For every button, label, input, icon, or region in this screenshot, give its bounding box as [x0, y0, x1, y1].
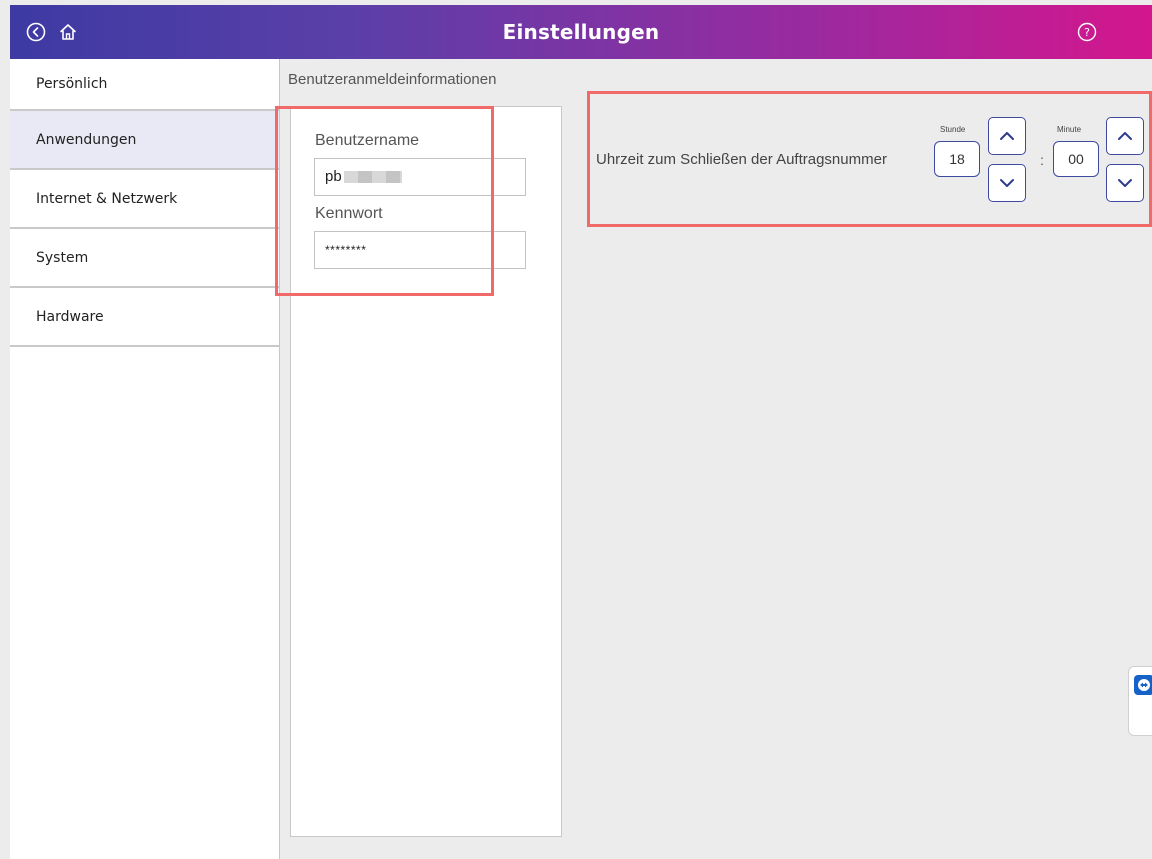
page-title: Einstellungen	[502, 20, 660, 44]
app-header: Einstellungen ?	[10, 5, 1152, 59]
minute-up-button[interactable]	[1106, 117, 1144, 155]
help-button[interactable]: ?	[1075, 20, 1099, 44]
password-field[interactable]: ********	[314, 231, 526, 269]
hour-input[interactable]: 18	[934, 141, 980, 177]
sidebar-item-system[interactable]: System	[10, 229, 279, 288]
hour-down-button[interactable]	[988, 164, 1026, 202]
back-circle-icon	[26, 22, 46, 42]
username-value: pb	[325, 168, 342, 185]
credentials-section-title: Benutzeranmeldeinformationen	[288, 71, 497, 88]
sidebar-item-label: Hardware	[36, 308, 104, 325]
sidebar-item-persoenlich[interactable]: Persönlich	[10, 59, 279, 111]
hour-label: Stunde	[940, 125, 966, 134]
redacted-text	[343, 171, 402, 184]
sidebar-item-label: Internet & Netzwerk	[36, 190, 178, 207]
chevron-up-icon	[1118, 132, 1132, 140]
svg-text:?: ?	[1084, 26, 1090, 39]
hour-up-button[interactable]	[988, 117, 1026, 155]
password-label: Kennwort	[315, 205, 383, 222]
password-value: ********	[325, 243, 367, 257]
home-icon	[60, 24, 76, 40]
remote-support-tab[interactable]	[1128, 666, 1152, 736]
sidebar-item-label: Anwendungen	[36, 131, 137, 148]
sidebar-item-label: System	[36, 249, 89, 266]
time-separator: :	[1040, 152, 1044, 168]
username-field[interactable]: pb	[314, 158, 526, 196]
minute-down-button[interactable]	[1106, 164, 1144, 202]
username-label: Benutzername	[315, 132, 420, 149]
chevron-up-icon	[1000, 132, 1014, 140]
home-button[interactable]	[56, 20, 80, 44]
back-button[interactable]	[24, 20, 48, 44]
sidebar-item-internet-netzwerk[interactable]: Internet & Netzwerk	[10, 170, 279, 229]
chevron-down-icon	[1000, 179, 1014, 187]
minute-label: Minute	[1057, 125, 1082, 134]
teamviewer-icon	[1134, 675, 1152, 695]
sidebar-item-anwendungen[interactable]: Anwendungen	[10, 111, 279, 170]
sidebar-item-label: Persönlich	[36, 76, 108, 92]
chevron-down-icon	[1118, 179, 1132, 187]
help-circle-icon: ?	[1077, 22, 1097, 42]
minute-input[interactable]: 00	[1053, 141, 1099, 177]
settings-sidebar: Persönlich Anwendungen Internet & Netzwe…	[10, 59, 280, 859]
sidebar-item-hardware[interactable]: Hardware	[10, 288, 279, 347]
job-close-time-label: Uhrzeit zum Schließen der Auftragsnummer	[596, 151, 887, 168]
